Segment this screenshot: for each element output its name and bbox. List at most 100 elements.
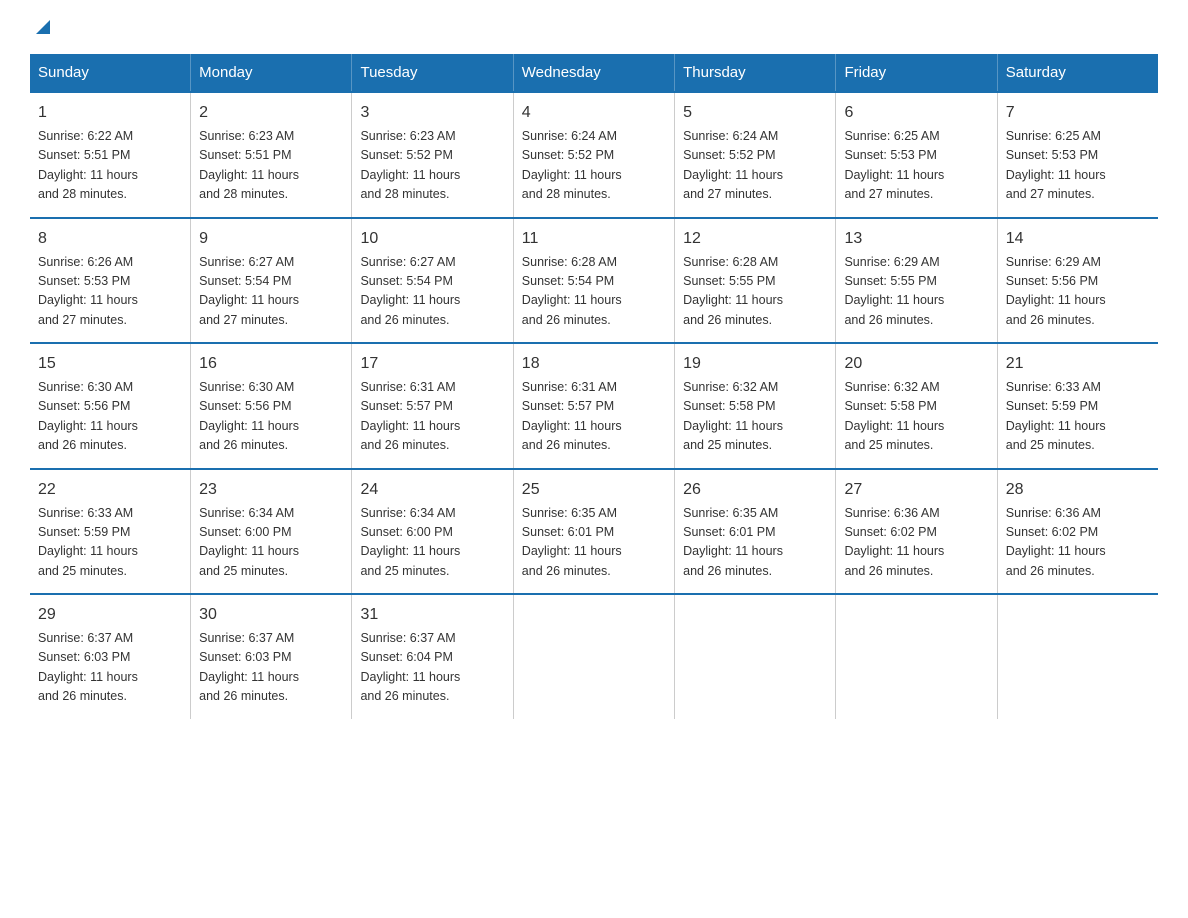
day-number: 21	[1006, 352, 1150, 376]
day-number: 29	[38, 603, 182, 627]
day-info: Sunrise: 6:32 AMSunset: 5:58 PMDaylight:…	[683, 378, 827, 456]
day-number: 8	[38, 227, 182, 251]
day-number: 11	[522, 227, 666, 251]
day-number: 1	[38, 101, 182, 125]
page-header	[30, 20, 1158, 34]
day-info: Sunrise: 6:34 AMSunset: 6:00 PMDaylight:…	[199, 504, 343, 582]
day-number: 17	[360, 352, 504, 376]
logo-triangle-icon	[32, 16, 54, 38]
day-info: Sunrise: 6:26 AMSunset: 5:53 PMDaylight:…	[38, 253, 182, 331]
table-row: 25Sunrise: 6:35 AMSunset: 6:01 PMDayligh…	[513, 469, 674, 595]
table-row: 17Sunrise: 6:31 AMSunset: 5:57 PMDayligh…	[352, 343, 513, 469]
day-number: 30	[199, 603, 343, 627]
col-saturday: Saturday	[997, 54, 1158, 92]
day-info: Sunrise: 6:35 AMSunset: 6:01 PMDaylight:…	[683, 504, 827, 582]
day-info: Sunrise: 6:25 AMSunset: 5:53 PMDaylight:…	[1006, 127, 1150, 205]
day-number: 26	[683, 478, 827, 502]
table-row: 16Sunrise: 6:30 AMSunset: 5:56 PMDayligh…	[191, 343, 352, 469]
day-info: Sunrise: 6:28 AMSunset: 5:55 PMDaylight:…	[683, 253, 827, 331]
table-row: 23Sunrise: 6:34 AMSunset: 6:00 PMDayligh…	[191, 469, 352, 595]
col-thursday: Thursday	[675, 54, 836, 92]
calendar-week-row: 8Sunrise: 6:26 AMSunset: 5:53 PMDaylight…	[30, 218, 1158, 344]
day-info: Sunrise: 6:37 AMSunset: 6:03 PMDaylight:…	[38, 629, 182, 707]
table-row: 20Sunrise: 6:32 AMSunset: 5:58 PMDayligh…	[836, 343, 997, 469]
day-number: 7	[1006, 101, 1150, 125]
day-info: Sunrise: 6:34 AMSunset: 6:00 PMDaylight:…	[360, 504, 504, 582]
day-number: 4	[522, 101, 666, 125]
day-info: Sunrise: 6:24 AMSunset: 5:52 PMDaylight:…	[522, 127, 666, 205]
day-info: Sunrise: 6:37 AMSunset: 6:03 PMDaylight:…	[199, 629, 343, 707]
day-number: 18	[522, 352, 666, 376]
day-number: 27	[844, 478, 988, 502]
day-number: 12	[683, 227, 827, 251]
day-number: 2	[199, 101, 343, 125]
calendar-week-row: 29Sunrise: 6:37 AMSunset: 6:03 PMDayligh…	[30, 594, 1158, 719]
table-row: 9Sunrise: 6:27 AMSunset: 5:54 PMDaylight…	[191, 218, 352, 344]
table-row: 3Sunrise: 6:23 AMSunset: 5:52 PMDaylight…	[352, 92, 513, 218]
day-info: Sunrise: 6:25 AMSunset: 5:53 PMDaylight:…	[844, 127, 988, 205]
day-info: Sunrise: 6:28 AMSunset: 5:54 PMDaylight:…	[522, 253, 666, 331]
day-number: 6	[844, 101, 988, 125]
table-row: 19Sunrise: 6:32 AMSunset: 5:58 PMDayligh…	[675, 343, 836, 469]
table-row: 10Sunrise: 6:27 AMSunset: 5:54 PMDayligh…	[352, 218, 513, 344]
table-row: 12Sunrise: 6:28 AMSunset: 5:55 PMDayligh…	[675, 218, 836, 344]
table-row	[997, 594, 1158, 719]
day-info: Sunrise: 6:27 AMSunset: 5:54 PMDaylight:…	[360, 253, 504, 331]
calendar-week-row: 1Sunrise: 6:22 AMSunset: 5:51 PMDaylight…	[30, 92, 1158, 218]
day-info: Sunrise: 6:24 AMSunset: 5:52 PMDaylight:…	[683, 127, 827, 205]
table-row: 11Sunrise: 6:28 AMSunset: 5:54 PMDayligh…	[513, 218, 674, 344]
day-info: Sunrise: 6:23 AMSunset: 5:52 PMDaylight:…	[360, 127, 504, 205]
day-info: Sunrise: 6:33 AMSunset: 5:59 PMDaylight:…	[38, 504, 182, 582]
day-number: 3	[360, 101, 504, 125]
col-monday: Monday	[191, 54, 352, 92]
calendar-week-row: 22Sunrise: 6:33 AMSunset: 5:59 PMDayligh…	[30, 469, 1158, 595]
day-info: Sunrise: 6:31 AMSunset: 5:57 PMDaylight:…	[522, 378, 666, 456]
day-number: 31	[360, 603, 504, 627]
table-row: 24Sunrise: 6:34 AMSunset: 6:00 PMDayligh…	[352, 469, 513, 595]
day-info: Sunrise: 6:37 AMSunset: 6:04 PMDaylight:…	[360, 629, 504, 707]
table-row: 1Sunrise: 6:22 AMSunset: 5:51 PMDaylight…	[30, 92, 191, 218]
day-number: 22	[38, 478, 182, 502]
table-row: 30Sunrise: 6:37 AMSunset: 6:03 PMDayligh…	[191, 594, 352, 719]
table-row: 18Sunrise: 6:31 AMSunset: 5:57 PMDayligh…	[513, 343, 674, 469]
col-sunday: Sunday	[30, 54, 191, 92]
day-number: 19	[683, 352, 827, 376]
day-number: 5	[683, 101, 827, 125]
day-number: 15	[38, 352, 182, 376]
table-row: 4Sunrise: 6:24 AMSunset: 5:52 PMDaylight…	[513, 92, 674, 218]
day-info: Sunrise: 6:30 AMSunset: 5:56 PMDaylight:…	[38, 378, 182, 456]
day-number: 10	[360, 227, 504, 251]
day-number: 28	[1006, 478, 1150, 502]
table-row: 13Sunrise: 6:29 AMSunset: 5:55 PMDayligh…	[836, 218, 997, 344]
day-number: 24	[360, 478, 504, 502]
calendar-table: Sunday Monday Tuesday Wednesday Thursday…	[30, 54, 1158, 719]
table-row	[675, 594, 836, 719]
table-row	[513, 594, 674, 719]
table-row: 29Sunrise: 6:37 AMSunset: 6:03 PMDayligh…	[30, 594, 191, 719]
day-info: Sunrise: 6:36 AMSunset: 6:02 PMDaylight:…	[1006, 504, 1150, 582]
table-row: 7Sunrise: 6:25 AMSunset: 5:53 PMDaylight…	[997, 92, 1158, 218]
day-info: Sunrise: 6:27 AMSunset: 5:54 PMDaylight:…	[199, 253, 343, 331]
table-row: 5Sunrise: 6:24 AMSunset: 5:52 PMDaylight…	[675, 92, 836, 218]
day-info: Sunrise: 6:35 AMSunset: 6:01 PMDaylight:…	[522, 504, 666, 582]
day-info: Sunrise: 6:36 AMSunset: 6:02 PMDaylight:…	[844, 504, 988, 582]
table-row: 27Sunrise: 6:36 AMSunset: 6:02 PMDayligh…	[836, 469, 997, 595]
table-row: 22Sunrise: 6:33 AMSunset: 5:59 PMDayligh…	[30, 469, 191, 595]
day-info: Sunrise: 6:30 AMSunset: 5:56 PMDaylight:…	[199, 378, 343, 456]
calendar-header-row: Sunday Monday Tuesday Wednesday Thursday…	[30, 54, 1158, 92]
col-wednesday: Wednesday	[513, 54, 674, 92]
day-info: Sunrise: 6:22 AMSunset: 5:51 PMDaylight:…	[38, 127, 182, 205]
day-number: 23	[199, 478, 343, 502]
day-info: Sunrise: 6:23 AMSunset: 5:51 PMDaylight:…	[199, 127, 343, 205]
calendar-week-row: 15Sunrise: 6:30 AMSunset: 5:56 PMDayligh…	[30, 343, 1158, 469]
table-row: 21Sunrise: 6:33 AMSunset: 5:59 PMDayligh…	[997, 343, 1158, 469]
day-number: 13	[844, 227, 988, 251]
table-row: 2Sunrise: 6:23 AMSunset: 5:51 PMDaylight…	[191, 92, 352, 218]
table-row: 6Sunrise: 6:25 AMSunset: 5:53 PMDaylight…	[836, 92, 997, 218]
table-row: 8Sunrise: 6:26 AMSunset: 5:53 PMDaylight…	[30, 218, 191, 344]
day-number: 25	[522, 478, 666, 502]
logo	[30, 20, 54, 34]
day-info: Sunrise: 6:31 AMSunset: 5:57 PMDaylight:…	[360, 378, 504, 456]
day-info: Sunrise: 6:32 AMSunset: 5:58 PMDaylight:…	[844, 378, 988, 456]
day-info: Sunrise: 6:29 AMSunset: 5:56 PMDaylight:…	[1006, 253, 1150, 331]
